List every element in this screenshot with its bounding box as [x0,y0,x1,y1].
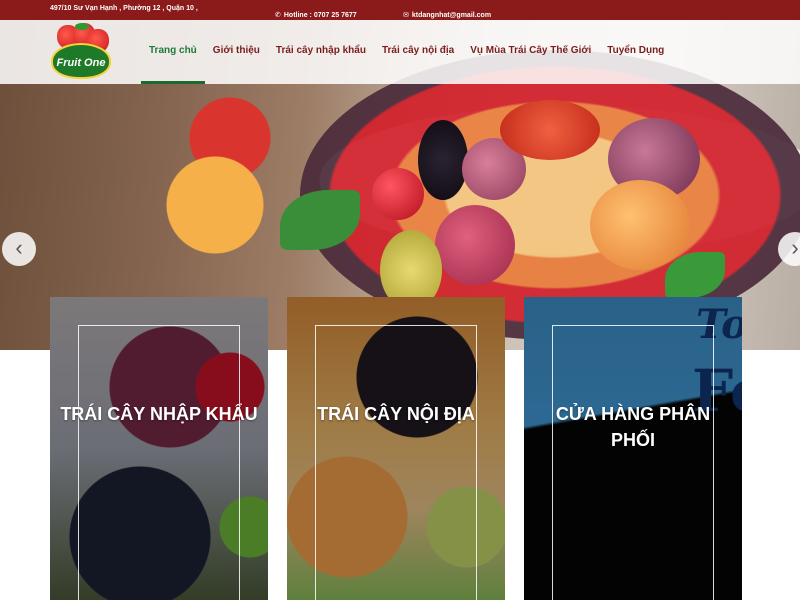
hotline[interactable]: ✆ Hotline : 0707 25 7677 [275,11,357,19]
chevron-right-icon: › [791,235,799,260]
card-frame [315,325,477,600]
card-title: CỬA HÀNG PHÂN PHỐI [555,404,711,450]
card-frame [78,325,240,600]
envelope-icon: ✉ [403,12,409,19]
apricot-image [590,180,690,270]
email-text: ktdangnhat@gmail.com [411,12,492,19]
card-domestic-fruit[interactable]: TRÁI CÂY NỘI ĐỊA [287,297,505,600]
card-distribution-store[interactable]: To Fo CỬA HÀNG PHÂN PHỐI [524,297,742,600]
strawberry-image [500,100,600,160]
raspberry-image [435,205,515,285]
email[interactable]: ✉ ktdangnhat@gmail.com [403,11,491,19]
card-title: TRÁI CÂY NỘI ĐỊA [317,404,475,424]
card-imported-fruit[interactable]: TRÁI CÂY NHẬP KHẨU [50,297,268,600]
nav-item-imported-fruit[interactable]: Trái cây nhập khẩu [268,20,374,84]
card-title: TRÁI CÂY NHẬP KHẨU [60,404,258,424]
slider-prev-button[interactable]: ‹ [2,232,36,266]
nav-item-world-harvest[interactable]: Vụ Mùa Trái Cây Thế Giới [462,20,599,84]
main-nav: Trang chủ Giới thiệu Trái cây nhập khẩu … [141,20,672,84]
address-text: 497/10 Sư Vạn Hạnh , Phường 12 , Quận 10… [50,5,198,12]
nav-item-careers[interactable]: Tuyển Dụng [599,20,672,84]
logo-text: Fruit One [56,57,106,69]
top-info-bar: 497/10 Sư Vạn Hạnh , Phường 12 , Quận 10… [0,0,800,20]
cherry-image [372,168,424,220]
phone-icon: ✆ [275,12,281,19]
blackberry-image [418,120,468,200]
site-logo[interactable]: Fruit One [51,23,111,81]
nav-item-about[interactable]: Giới thiệu [205,20,268,84]
card-frame [552,325,714,600]
chevron-left-icon: ‹ [15,235,23,260]
nav-item-home[interactable]: Trang chủ [141,20,205,84]
nav-item-domestic-fruit[interactable]: Trái cây nội địa [374,20,462,84]
hotline-text: Hotline : 0707 25 7677 [283,12,357,19]
leaf-logo-icon [75,23,89,30]
